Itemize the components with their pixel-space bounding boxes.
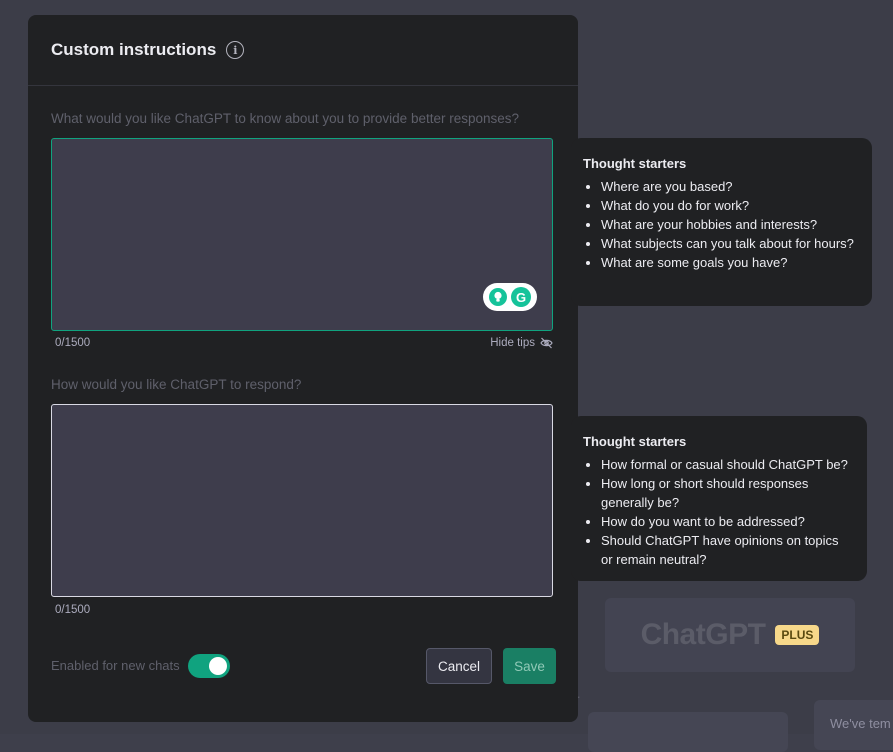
tip-item: What are some goals you have? <box>601 253 854 272</box>
thought-starters-about: Thought starters Where are you based? Wh… <box>571 138 872 306</box>
background-card <box>588 712 788 752</box>
toggle-knob <box>209 657 227 675</box>
thought-starters-respond: Thought starters How formal or casual sh… <box>571 416 867 581</box>
grammarly-widget[interactable]: G <box>483 283 537 311</box>
tips-title: Thought starters <box>583 156 687 171</box>
tips-list: Where are you based? What do you do for … <box>571 177 854 272</box>
tip-item: Should ChatGPT have opinions on topics o… <box>601 531 849 569</box>
bulb-icon[interactable] <box>489 288 507 306</box>
tip-item: How do you want to be addressed? <box>601 512 849 531</box>
background-brand: ChatGPT PLUS <box>605 598 855 672</box>
tip-item: What do you do for work? <box>601 196 854 215</box>
custom-instructions-dialog: Custom instructions i What would you lik… <box>28 15 578 722</box>
grammarly-icon[interactable]: G <box>511 287 531 307</box>
brand-name: ChatGPT <box>640 618 766 651</box>
tip-item: What are your hobbies and interests? <box>601 215 854 234</box>
respond-question: How would you like ChatGPT to respond? <box>51 377 302 392</box>
tips-title: Thought starters <box>583 434 687 449</box>
dialog-header: Custom instructions i <box>28 15 578 86</box>
respond-input[interactable] <box>51 404 553 597</box>
info-icon[interactable]: i <box>226 41 245 59</box>
tip-item: What subjects can you talk about for hou… <box>601 234 854 253</box>
background-card-text: We've tem <box>830 716 891 731</box>
cancel-button[interactable]: Cancel <box>426 648 492 684</box>
tip-item: How formal or casual should ChatGPT be? <box>601 455 849 474</box>
enabled-label: Enabled for new chats <box>51 658 180 673</box>
hide-tips-label: Hide tips <box>490 337 535 349</box>
hide-tips-button[interactable]: Hide tips <box>490 337 553 349</box>
respond-char-counter: 0/1500 <box>55 604 91 616</box>
tip-item: How long or short should responses gener… <box>601 474 849 512</box>
enabled-toggle[interactable] <box>188 654 230 678</box>
plus-badge: PLUS <box>775 625 820 645</box>
save-button[interactable]: Save <box>503 648 556 684</box>
about-char-counter: 0/1500 <box>55 337 91 349</box>
about-question: What would you like ChatGPT to know abou… <box>51 111 520 126</box>
about-input[interactable] <box>51 138 553 331</box>
dialog-title: Custom instructions <box>51 40 217 59</box>
eye-off-icon <box>540 337 553 349</box>
tips-list: How formal or casual should ChatGPT be? … <box>571 455 849 569</box>
tip-item: Where are you based? <box>601 177 854 196</box>
